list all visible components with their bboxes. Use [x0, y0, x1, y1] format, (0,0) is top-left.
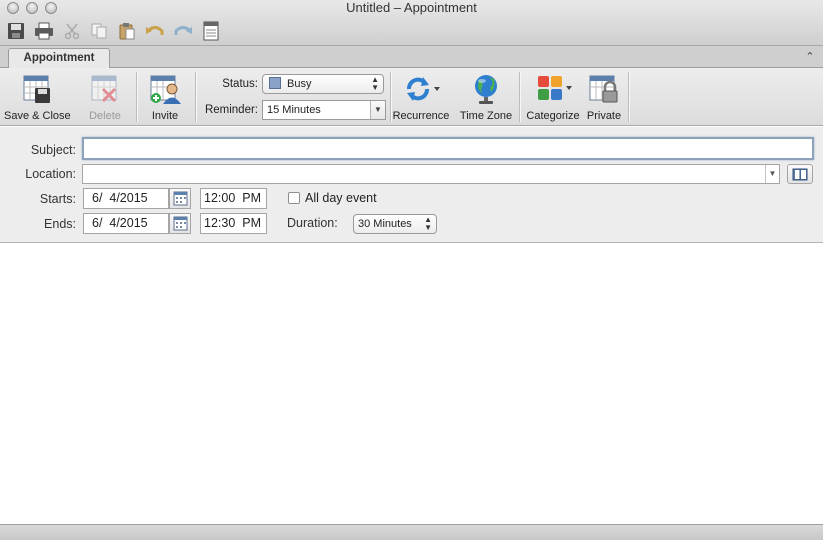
recurrence-icon	[392, 72, 450, 106]
end-time-field[interactable]: 12:30 PM	[200, 213, 267, 234]
recurrence-label: Recurrence	[392, 110, 450, 122]
duration-popup[interactable]: 30 Minutes ▲ ▼	[353, 214, 437, 234]
delete-calendar-icon	[83, 72, 127, 106]
save-close-button[interactable]: Save & Close	[4, 72, 71, 122]
save-close-icon	[4, 72, 70, 106]
dropdown-arrow-icon[interactable]: ▼	[370, 101, 385, 119]
delete-label: Delete	[89, 110, 121, 122]
ribbon-separator	[628, 72, 629, 122]
reminder-value: 15 Minutes	[267, 104, 321, 116]
all-day-label: All day event	[305, 191, 377, 205]
private-button[interactable]: Private	[584, 72, 624, 122]
calendar-icon	[173, 216, 188, 231]
status-bar	[0, 524, 823, 540]
location-field[interactable]: ▼	[82, 164, 780, 184]
start-date-calendar-button[interactable]	[169, 188, 191, 209]
updown-arrows-icon: ▲ ▼	[371, 75, 379, 92]
subject-label: Subject:	[30, 143, 76, 157]
private-label: Private	[586, 110, 622, 122]
start-date-field[interactable]: 6/ 4/2015	[83, 188, 169, 209]
delete-button[interactable]: Delete	[83, 72, 127, 122]
calendar-icon	[173, 191, 188, 206]
notes-body[interactable]	[0, 244, 823, 524]
time-zone-button[interactable]: Time Zone	[458, 72, 514, 122]
globe-icon	[458, 72, 514, 106]
copy-icon[interactable]	[89, 21, 109, 41]
tab-appointment[interactable]: Appointment	[8, 48, 110, 69]
time-zone-label: Time Zone	[459, 110, 513, 122]
ribbon-separator	[195, 72, 196, 122]
save-icon[interactable]	[6, 21, 26, 41]
redo-icon[interactable]	[173, 21, 193, 41]
address-book-button[interactable]	[787, 164, 813, 184]
starts-label: Starts:	[39, 192, 76, 206]
ribbon-separator	[390, 72, 391, 122]
start-time-field[interactable]: 12:00 PM	[200, 188, 267, 209]
start-date-value: 6/ 4/2015	[92, 191, 148, 205]
subject-field[interactable]	[82, 137, 814, 160]
ends-label: Ends:	[44, 217, 76, 231]
categorize-label: Categorize	[526, 110, 580, 122]
reminder-label: Reminder:	[204, 104, 258, 116]
ribbon-separator	[519, 72, 520, 122]
all-day-checkbox[interactable]	[288, 192, 300, 204]
invite-label: Invite	[151, 110, 179, 122]
categorize-icon	[524, 72, 582, 106]
collapse-ribbon-icon[interactable]: ⌃	[803, 50, 817, 64]
ribbon-tab-row: Appointment ⌃	[0, 46, 823, 69]
ribbon-separator	[136, 72, 137, 122]
invite-button[interactable]: Invite	[144, 72, 186, 122]
calendar-sheet-icon[interactable]	[201, 21, 221, 41]
status-label: Status:	[222, 78, 258, 90]
reminder-combo[interactable]: 15 Minutes ▼	[262, 100, 386, 120]
save-close-label: Save & Close	[4, 110, 71, 122]
window-title: Untitled – Appointment	[346, 0, 477, 15]
address-book-icon	[792, 168, 808, 181]
location-label: Location:	[25, 167, 76, 181]
start-time-value: 12:00 PM	[204, 191, 261, 205]
categorize-button[interactable]: Categorize	[524, 72, 582, 122]
busy-swatch-icon	[269, 77, 281, 89]
paste-icon[interactable]	[117, 21, 137, 41]
print-icon[interactable]	[34, 21, 54, 41]
ribbon: Save & Close Delete Invite Status: Busy …	[0, 68, 823, 126]
end-time-value: 12:30 PM	[204, 216, 261, 230]
status-value: Busy	[287, 78, 312, 90]
undo-icon[interactable]	[145, 21, 165, 41]
duration-value: 30 Minutes	[358, 218, 412, 230]
title-bar: Untitled – Appointment	[0, 0, 823, 46]
status-popup[interactable]: Busy ▲ ▼	[262, 74, 384, 94]
end-date-calendar-button[interactable]	[169, 213, 191, 234]
updown-arrows-icon: ▲ ▼	[424, 215, 432, 232]
end-date-value: 6/ 4/2015	[92, 216, 148, 230]
invite-attendees-icon	[144, 72, 186, 106]
cut-icon[interactable]	[62, 21, 82, 41]
end-date-field[interactable]: 6/ 4/2015	[83, 213, 169, 234]
duration-label: Duration:	[287, 216, 338, 230]
private-lock-icon	[584, 72, 624, 106]
appointment-form: Subject: Location: ▼ Starts: 6/ 4/2015 1…	[0, 127, 823, 243]
recurrence-button[interactable]: Recurrence	[392, 72, 450, 122]
location-dropdown-arrow-icon[interactable]: ▼	[765, 165, 779, 183]
